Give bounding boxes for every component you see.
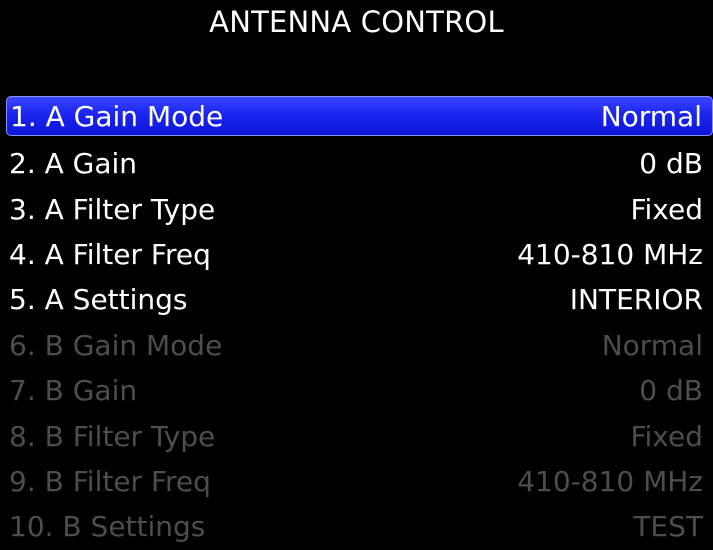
menu-item-b-settings: 10. B Settings TEST (8, 504, 713, 549)
menu-item-label: 2. A Gain (9, 147, 138, 181)
menu-item-a-filter-type[interactable]: 3. A Filter Type Fixed (8, 186, 713, 231)
menu-item-b-gain: 7. B Gain 0 dB (8, 368, 713, 413)
menu-item-label: 1. A Gain Mode (10, 99, 224, 133)
menu-item-a-filter-freq[interactable]: 4. A Filter Freq 410-810 MHz (8, 232, 713, 277)
screen-title: ANTENNA CONTROL (209, 5, 504, 39)
menu-item-value: Normal (601, 328, 703, 362)
antenna-control-menu: 1. A Gain Mode Normal 2. A Gain 0 dB 3. … (6, 96, 713, 550)
menu-item-value: Normal (600, 99, 702, 133)
menu-item-label: 3. A Filter Type (9, 192, 216, 226)
menu-item-a-gain-mode[interactable]: 1. A Gain Mode Normal (6, 96, 713, 136)
menu-item-b-gain-mode: 6. B Gain Mode Normal (8, 323, 713, 368)
menu-item-value: 0 dB (639, 147, 703, 181)
menu-item-a-gain[interactable]: 2. A Gain 0 dB (8, 141, 713, 186)
menu-item-label: 10. B Settings (9, 510, 206, 544)
menu-item-value: 0 dB (639, 374, 703, 408)
menu-item-label: 7. B Gain (9, 374, 138, 408)
menu-item-value: Fixed (630, 192, 703, 226)
menu-item-b-filter-freq: 9. B Filter Freq 410-810 MHz (8, 459, 713, 504)
menu-item-value: 410-810 MHz (517, 464, 703, 498)
menu-item-value: Fixed (630, 419, 703, 453)
menu-item-label: 9. B Filter Freq (9, 464, 211, 498)
menu-item-label: 6. B Gain Mode (9, 328, 223, 362)
menu-item-b-filter-type: 8. B Filter Type Fixed (8, 413, 713, 458)
menu-item-value: 410-810 MHz (517, 237, 703, 271)
menu-item-label: 8. B Filter Type (9, 419, 216, 453)
menu-item-value: INTERIOR (569, 283, 703, 317)
menu-item-value: TEST (633, 510, 703, 544)
menu-item-label: 4. A Filter Freq (9, 237, 211, 271)
menu-item-label: 5. A Settings (9, 283, 188, 317)
menu-item-a-settings[interactable]: 5. A Settings INTERIOR (8, 277, 713, 322)
